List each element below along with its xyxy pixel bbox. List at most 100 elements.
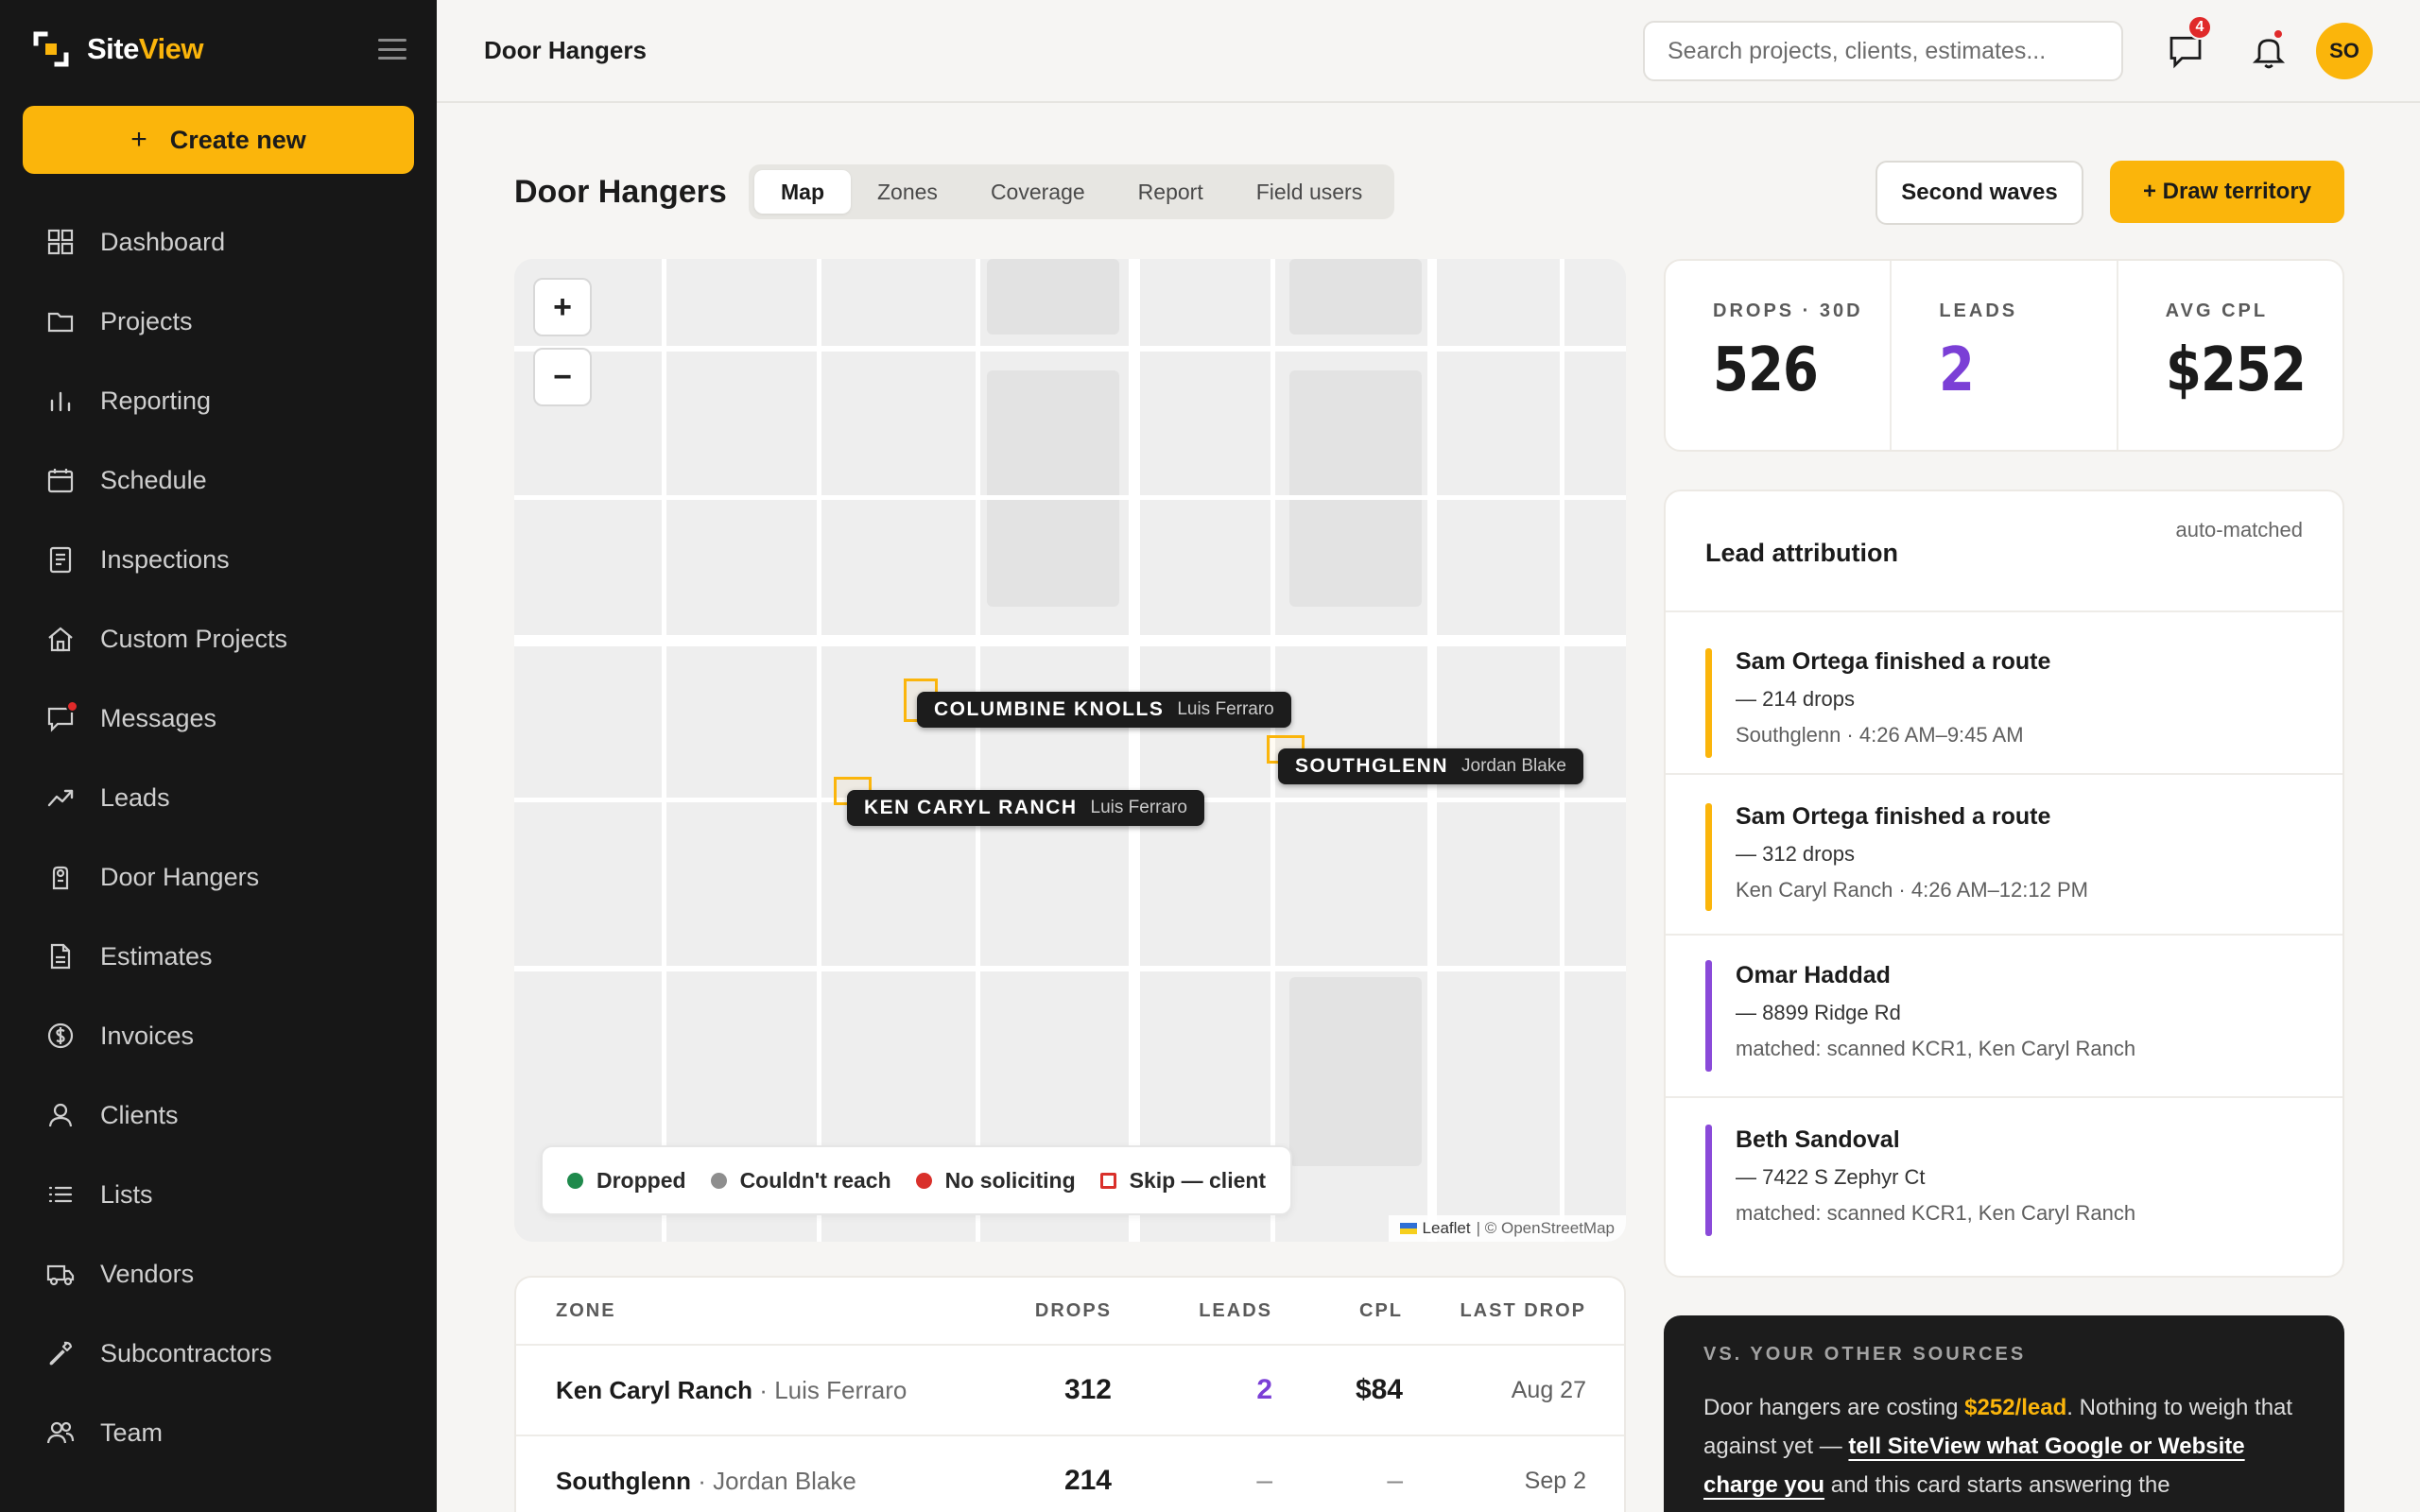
sidebar-item-schedule[interactable]: Schedule xyxy=(23,440,414,520)
attribution-item-title: Sam Ortega finished a route xyxy=(1736,648,2051,675)
messages-badge: 4 xyxy=(2187,15,2212,40)
stat-label: LEADS xyxy=(1939,301,2018,321)
sidebar-item-estimates[interactable]: Estimates xyxy=(23,917,414,996)
door-hanger-icon xyxy=(52,866,69,890)
avatar[interactable]: SO xyxy=(2316,23,2373,79)
team-icon xyxy=(46,1421,75,1444)
zoom-out-button[interactable]: − xyxy=(533,348,592,406)
attribution-item-detail: — 8899 Ridge Rd xyxy=(1736,1001,1901,1024)
tab-zones[interactable]: Zones xyxy=(851,170,964,214)
menu-toggle-icon[interactable] xyxy=(376,36,408,62)
clipboard-icon xyxy=(49,546,72,574)
tab-report[interactable]: Report xyxy=(1112,170,1230,214)
sidebar-item-lists[interactable]: Lists xyxy=(23,1155,414,1234)
sidebar-item-label: Door Hangers xyxy=(100,862,260,891)
notification-dot xyxy=(66,700,78,713)
stat-avg-cpl: AVG CPL $252 xyxy=(2118,261,2342,450)
attribution-item-title: Omar Haddad xyxy=(1736,962,1891,988)
sidebar-item-subcontractors[interactable]: Subcontractors xyxy=(23,1314,414,1393)
attribution-item[interactable]: Beth Sandoval — 7422 S Zephyr Ct matched… xyxy=(1666,1098,2342,1268)
attribution-item-detail: — 312 drops xyxy=(1736,842,1855,866)
sidebar-item-dashboard[interactable]: Dashboard xyxy=(23,202,414,282)
header-leads[interactable]: LEADS xyxy=(1112,1300,1272,1322)
header-cpl[interactable]: CPL xyxy=(1272,1300,1403,1322)
red-dot-icon xyxy=(915,1172,932,1189)
last-drop-value: Sep 2 xyxy=(1524,1467,1586,1494)
sidebar-item-inspections[interactable]: Inspections xyxy=(23,520,414,599)
sidebar-item-messages[interactable]: Messages xyxy=(23,679,414,758)
sidebar-item-projects[interactable]: Projects xyxy=(23,282,414,361)
attribution-note: auto-matched xyxy=(2175,518,2303,541)
second-waves-button[interactable]: Second waves xyxy=(1876,161,2083,225)
header-last-drop[interactable]: LAST DROP xyxy=(1403,1300,1586,1322)
message-icon xyxy=(45,700,78,733)
tab-field-users[interactable]: Field users xyxy=(1230,170,1389,214)
zoom-in-button[interactable]: + xyxy=(533,278,592,336)
table-row[interactable]: Southglenn · Jordan Blake 214 – – Sep 2 xyxy=(516,1436,1624,1512)
sidebar-item-door-hangers[interactable]: Door Hangers xyxy=(23,837,414,917)
gray-dot-icon xyxy=(710,1172,727,1189)
attribution-item-detail: — 7422 S Zephyr Ct xyxy=(1736,1165,1926,1189)
sidebar-item-clients[interactable]: Clients xyxy=(23,1075,414,1155)
map-legend: Dropped Couldn't reach No soliciting Ski… xyxy=(541,1145,1293,1215)
zone-name: Ken Caryl Ranch xyxy=(556,1375,753,1404)
sidebar-item-custom-projects[interactable]: Custom Projects xyxy=(23,599,414,679)
stats-card: DROPS · 30D 526 LEADS 2 AVG CPL $252 xyxy=(1664,259,2344,452)
attribution-item[interactable]: Omar Haddad — 8899 Ridge Rd matched: sca… xyxy=(1666,936,2342,1098)
attribution-item[interactable]: Sam Ortega finished a route — 214 drops … xyxy=(1666,612,2342,775)
draw-territory-button[interactable]: + Draw territory xyxy=(2110,161,2344,223)
stat-label: DROPS · 30D xyxy=(1713,301,1863,321)
siteview-logo-icon xyxy=(32,30,70,68)
map[interactable]: + − COLUMBINE KNOLLS Luis Ferraro SOUTHG… xyxy=(514,259,1626,1242)
zone-label-columbine-knolls[interactable]: COLUMBINE KNOLLS Luis Ferraro xyxy=(917,692,1291,728)
sidebar-item-label: Inspections xyxy=(100,544,230,574)
legend-item-no-soliciting: No soliciting xyxy=(915,1168,1076,1194)
zone-label-southglenn[interactable]: SOUTHGLENN Jordan Blake xyxy=(1278,748,1583,784)
create-new-button[interactable]: + Create new xyxy=(23,106,414,174)
map-attribution: Leaflet | © OpenStreetMap xyxy=(1388,1215,1626,1242)
plus-icon: + xyxy=(130,124,147,155)
attribution-item[interactable]: Sam Ortega finished a route — 312 drops … xyxy=(1666,775,2342,936)
sidebar-item-invoices[interactable]: Invoices xyxy=(23,996,414,1075)
messages-button[interactable]: 4 xyxy=(2167,15,2212,70)
sources-text: Door hangers are costing $252/lead. Noth… xyxy=(1703,1395,2293,1498)
ukraine-flag-icon xyxy=(1399,1223,1417,1234)
leaflet-link[interactable]: Leaflet xyxy=(1423,1219,1471,1238)
dollar-icon xyxy=(47,1022,74,1049)
header-drops[interactable]: DROPS xyxy=(960,1300,1112,1322)
zone-label-ken-caryl-ranch[interactable]: KEN CARYL RANCH Luis Ferraro xyxy=(847,790,1204,826)
brand[interactable]: SiteView xyxy=(32,28,203,70)
sidebar-item-vendors[interactable]: Vendors xyxy=(23,1234,414,1314)
sidebar-item-label: Invoices xyxy=(100,1021,195,1050)
table-row[interactable]: Ken Caryl Ranch · Luis Ferraro 312 2 $84… xyxy=(516,1346,1624,1436)
accent-bar xyxy=(1705,803,1712,911)
tab-coverage[interactable]: Coverage xyxy=(964,170,1112,214)
truck-icon xyxy=(46,1264,75,1286)
tab-map[interactable]: Map xyxy=(754,170,851,214)
folder-icon xyxy=(47,312,74,333)
search-input[interactable] xyxy=(1643,21,2123,81)
other-sources-card: VS. YOUR OTHER SOURCES Door hangers are … xyxy=(1664,1315,2344,1512)
attribution-text: | © OpenStreetMap xyxy=(1476,1219,1615,1237)
header-zone[interactable]: ZONE xyxy=(516,1300,960,1322)
stat-value: 2 xyxy=(1939,335,1975,405)
view-tabs: Map Zones Coverage Report Field users xyxy=(749,164,1395,219)
sidebar-item-label: Estimates xyxy=(100,941,213,971)
home-icon xyxy=(48,627,73,652)
sidebar-item-label: Lists xyxy=(100,1179,153,1209)
zone-user: Luis Ferraro xyxy=(1177,699,1274,719)
red-square-icon xyxy=(1099,1172,1116,1189)
sidebar-item-reporting[interactable]: Reporting xyxy=(23,361,414,440)
sources-label: VS. YOUR OTHER SOURCES xyxy=(1703,1344,2027,1365)
sidebar-item-label: Dashboard xyxy=(100,227,226,256)
sidebar-item-team[interactable]: Team xyxy=(23,1393,414,1472)
stat-value: $252 xyxy=(2165,335,2307,405)
notifications-button[interactable] xyxy=(2250,28,2288,70)
zone-user: Luis Ferraro xyxy=(1090,798,1187,817)
cpl-value: $84 xyxy=(1355,1374,1403,1405)
table-header: ZONE DROPS LEADS CPL LAST DROP xyxy=(516,1278,1624,1346)
accent-bar xyxy=(1705,648,1712,758)
attribution-item-meta: matched: scanned KCR1, Ken Caryl Ranch xyxy=(1736,1037,2136,1060)
sidebar-item-leads[interactable]: Leads xyxy=(23,758,414,837)
legend-item-couldnt-reach: Couldn't reach xyxy=(710,1168,891,1194)
